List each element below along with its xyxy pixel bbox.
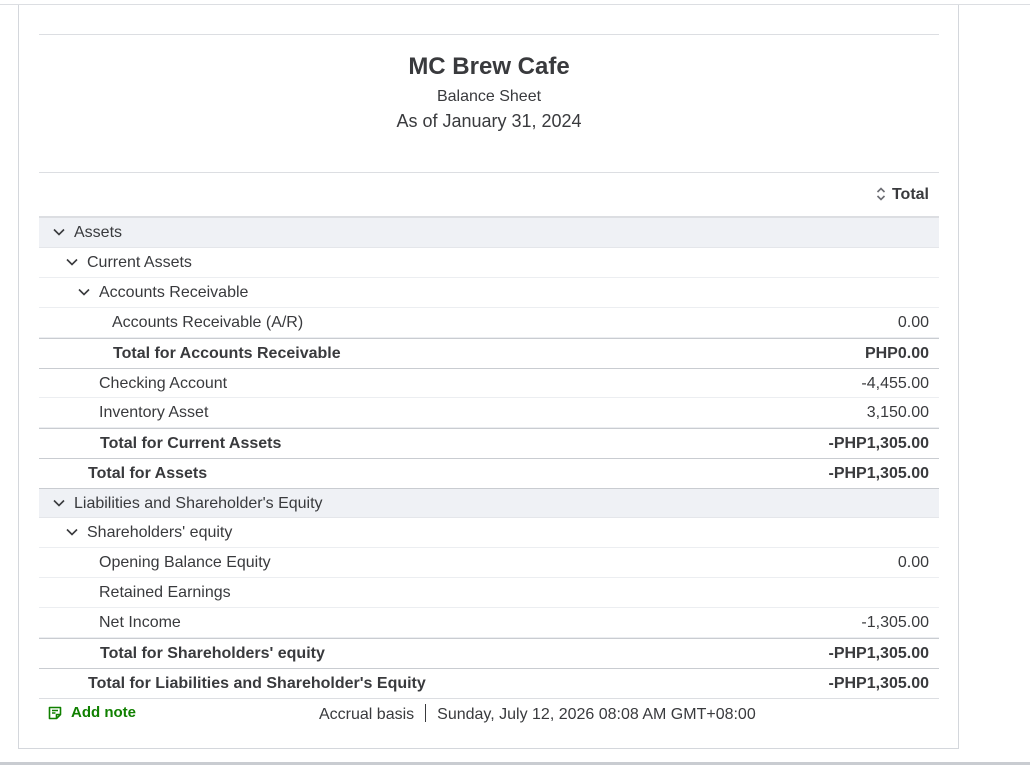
footer-separator (425, 704, 427, 722)
row-amount[interactable]: 3,150.00 (867, 404, 929, 422)
row-amount: -PHP1,305.00 (828, 645, 929, 662)
toolbar-partial (59, 5, 979, 13)
row-amount[interactable]: 0.00 (898, 554, 929, 572)
column-header: Total (39, 173, 939, 216)
chevron-down-icon[interactable] (78, 288, 90, 296)
row-retained-earnings[interactable]: Retained Earnings (39, 578, 939, 608)
row-label: Accounts Receivable (99, 284, 249, 301)
chevron-down-icon[interactable] (53, 228, 65, 236)
row-opening-balance-equity[interactable]: Opening Balance Equity 0.00 (39, 548, 939, 578)
row-amount[interactable]: 0.00 (898, 314, 929, 332)
header-divider-top (39, 34, 939, 35)
report-footer: Add note Accrual basis Sunday, July 12, 2… (39, 701, 939, 727)
chevron-down-icon[interactable] (53, 499, 65, 507)
report-date: As of January 31, 2024 (396, 111, 582, 131)
report-timestamp: Sunday, July 12, 2026 08:08 AM GMT+08:00 (437, 706, 756, 723)
table-bottom-divider (39, 698, 939, 699)
row-label: Total for Accounts Receivable (113, 345, 341, 362)
row-label: Current Assets (87, 254, 192, 271)
row-ar[interactable]: Accounts Receivable (A/R) 0.00 (39, 308, 939, 338)
row-current-assets[interactable]: Current Assets (39, 248, 939, 278)
row-amount[interactable]: -1,305.00 (861, 614, 929, 632)
row-label: Retained Earnings (99, 584, 231, 601)
row-total-shareholders-equity: Total for Shareholders' equity -PHP1,305… (39, 638, 939, 668)
row-label: Total for Liabilities and Shareholder's … (88, 675, 426, 692)
balance-sheet-report: MC Brew Cafe Balance Sheet As of January… (39, 34, 939, 699)
add-note-button[interactable]: Add note (47, 704, 136, 721)
row-total-liabilities-equity: Total for Liabilities and Shareholder's … (39, 668, 939, 698)
row-label: Inventory Asset (99, 404, 209, 421)
row-liabilities-equity[interactable]: Liabilities and Shareholder's Equity (39, 488, 939, 518)
row-label: Shareholders' equity (87, 524, 233, 541)
column-total-header[interactable]: Total (892, 186, 929, 204)
row-label: Opening Balance Equity (99, 554, 271, 571)
add-note-label: Add note (71, 704, 136, 721)
row-label: Total for Assets (88, 465, 208, 482)
row-inventory-asset[interactable]: Inventory Asset 3,150.00 (39, 398, 939, 428)
row-label: Net Income (99, 614, 181, 631)
row-assets[interactable]: Assets (39, 218, 939, 248)
row-label: Liabilities and Shareholder's Equity (74, 495, 323, 512)
sort-icon[interactable] (876, 186, 886, 202)
report-basis-line: Accrual basis Sunday, July 12, 2026 08:08… (319, 704, 756, 724)
report-panel: MC Brew Cafe Balance Sheet As of January… (18, 5, 959, 749)
row-amount[interactable]: -4,455.00 (861, 375, 929, 393)
row-label: Total for Current Assets (100, 435, 282, 452)
report-type: Balance Sheet (436, 88, 542, 105)
chevron-down-icon[interactable] (66, 528, 78, 536)
row-amount: PHP0.00 (864, 345, 929, 362)
row-total-current-assets: Total for Current Assets -PHP1,305.00 (39, 428, 939, 458)
row-net-income[interactable]: Net Income -1,305.00 (39, 608, 939, 638)
company-name: MC Brew Cafe (408, 53, 570, 80)
note-icon (48, 706, 62, 719)
row-total-accounts-receivable: Total for Accounts Receivable PHP0.00 (39, 338, 939, 368)
row-shareholders-equity[interactable]: Shareholders' equity (39, 518, 939, 548)
row-amount: -PHP1,305.00 (828, 435, 929, 452)
accounting-basis: Accrual basis (319, 706, 415, 723)
row-label: Accounts Receivable (A/R) (112, 314, 304, 331)
chevron-down-icon[interactable] (66, 258, 78, 266)
row-label: Checking Account (99, 375, 228, 392)
report-header: MC Brew Cafe Balance Sheet As of January… (39, 53, 939, 172)
row-label: Total for Shareholders' equity (100, 645, 325, 662)
row-checking-account[interactable]: Checking Account -4,455.00 (39, 368, 939, 398)
row-label: Assets (74, 224, 123, 241)
row-accounts-receivable[interactable]: Accounts Receivable (39, 278, 939, 308)
row-amount: -PHP1,305.00 (828, 465, 929, 482)
report-rows: Assets Current Assets Accounts Receivabl… (39, 216, 939, 699)
row-amount: -PHP1,305.00 (828, 675, 929, 692)
row-total-assets: Total for Assets -PHP1,305.00 (39, 458, 939, 488)
